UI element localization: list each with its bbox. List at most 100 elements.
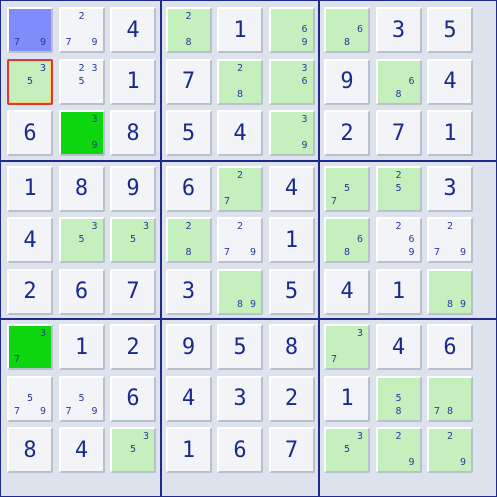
- cell-r1c3[interactable]: 4: [110, 7, 156, 53]
- cell-r6c9[interactable]: 89: [427, 268, 473, 315]
- cell-r2c4[interactable]: 7: [165, 58, 212, 105]
- cell-r6c3[interactable]: 7: [110, 268, 156, 315]
- cell-r9c2[interactable]: 4: [58, 427, 105, 473]
- cell-r6c4[interactable]: 3: [165, 268, 212, 315]
- cell-r7c6[interactable]: 8: [268, 324, 315, 370]
- cell-r5c9[interactable]: 2 7 9: [427, 217, 473, 263]
- cell-r3c7[interactable]: 2: [324, 110, 370, 156]
- cell-r8c8[interactable]: 58: [375, 375, 422, 422]
- cell-value: 2: [126, 334, 140, 360]
- cell-r2c2[interactable]: 235: [58, 58, 105, 105]
- cell-r6c5[interactable]: 89: [217, 268, 263, 315]
- cell-r8c6[interactable]: 2: [268, 375, 315, 422]
- cell-r8c9[interactable]: 78: [427, 375, 473, 422]
- cell-r9c8[interactable]: 29: [375, 427, 422, 473]
- cell-r7c9[interactable]: 6: [427, 324, 473, 370]
- cell-r2c9[interactable]: 4: [427, 58, 473, 105]
- candidate-note: 5: [343, 444, 351, 455]
- cell-r4c7[interactable]: 57: [324, 165, 370, 212]
- cell-r9c3[interactable]: 35: [110, 427, 156, 473]
- candidate-note: 3: [356, 328, 364, 339]
- cell-r1c5[interactable]: 1: [217, 7, 263, 53]
- cell-r5c7[interactable]: 68: [324, 217, 370, 263]
- cell-r7c3[interactable]: 2: [110, 324, 156, 370]
- cell-r8c7[interactable]: 1: [324, 375, 370, 422]
- cell-r8c5[interactable]: 3: [217, 375, 263, 422]
- cell-r7c8[interactable]: 4: [375, 324, 422, 370]
- cell-r2c6[interactable]: 36: [268, 58, 315, 105]
- cell-r4c8[interactable]: 25: [375, 165, 422, 212]
- cell-r1c1[interactable]: 79: [7, 7, 53, 53]
- cell-value: 9: [181, 334, 196, 360]
- candidate-note: 8: [236, 298, 244, 310]
- cell-r9c5[interactable]: 6: [217, 427, 263, 473]
- cell-r5c6[interactable]: 1: [268, 217, 315, 263]
- candidate-note: 5: [26, 75, 34, 87]
- cell-r1c2[interactable]: 2 7 9: [58, 7, 105, 53]
- cell-r8c1[interactable]: 57 9: [7, 375, 53, 422]
- cell-r6c1[interactable]: 2: [7, 268, 53, 315]
- cell-r5c1[interactable]: 4: [7, 217, 53, 263]
- cell-r3c9[interactable]: 1: [427, 110, 473, 156]
- cell-r7c2[interactable]: 1: [58, 324, 105, 370]
- cell-r2c1[interactable]: 35: [7, 58, 53, 105]
- cell-value: 1: [74, 334, 89, 360]
- cell-r5c3[interactable]: 35: [110, 217, 156, 263]
- cell-r4c6[interactable]: 4: [268, 165, 315, 212]
- cell-r9c6[interactable]: 7: [268, 427, 315, 473]
- cell-r2c3[interactable]: 1: [110, 58, 156, 105]
- cell-r7c1[interactable]: 37: [7, 324, 53, 370]
- cell-r9c9[interactable]: 29: [427, 427, 473, 473]
- cell-r3c4[interactable]: 5: [165, 110, 212, 156]
- cell-r3c5[interactable]: 4: [217, 110, 263, 156]
- cell-value: 9: [126, 176, 140, 201]
- cell-r5c5[interactable]: 2 7 9: [217, 217, 263, 263]
- cell-r5c4[interactable]: 28: [165, 217, 212, 263]
- cell-r3c2[interactable]: 39: [58, 110, 105, 156]
- cell-r6c7[interactable]: 4: [324, 268, 370, 315]
- cell-r1c4[interactable]: 28: [165, 7, 212, 53]
- candidate-note: 6: [408, 234, 415, 245]
- cell-r1c9[interactable]: 5: [427, 7, 473, 53]
- cell-r3c6[interactable]: 39: [268, 110, 315, 156]
- cell-r4c5[interactable]: 27: [217, 165, 263, 212]
- cell-r2c5[interactable]: 28: [217, 58, 263, 105]
- cell-r3c8[interactable]: 7: [375, 110, 422, 156]
- cell-r6c2[interactable]: 6: [58, 268, 105, 315]
- cell-value: 1: [443, 120, 457, 146]
- cell-value: 2: [340, 120, 354, 146]
- candidate-note: 6: [356, 234, 364, 245]
- cell-r6c6[interactable]: 5: [268, 268, 315, 315]
- cell-r9c1[interactable]: 8: [7, 427, 53, 473]
- cell-r7c5[interactable]: 5: [217, 324, 263, 370]
- cell-r1c8[interactable]: 3: [375, 7, 422, 53]
- cell-r4c2[interactable]: 8: [58, 165, 105, 212]
- cell-r3c3[interactable]: 8: [110, 110, 156, 156]
- cell-r4c9[interactable]: 3: [427, 165, 473, 212]
- cell-r6c8[interactable]: 1: [375, 268, 422, 315]
- cell-r5c2[interactable]: 35: [58, 217, 105, 263]
- cell-r3c1[interactable]: 6: [7, 110, 53, 156]
- candidate-note: 7: [65, 37, 72, 48]
- candidate-note: 9: [301, 37, 308, 48]
- cell-value: 4: [23, 227, 37, 253]
- cell-r8c3[interactable]: 6: [110, 375, 156, 422]
- cell-r1c7[interactable]: 68: [324, 7, 370, 53]
- cell-value: 8: [74, 176, 89, 201]
- cell-r7c7[interactable]: 37: [324, 324, 370, 370]
- cell-r9c7[interactable]: 35: [324, 427, 370, 473]
- cell-r8c2[interactable]: 57 9: [58, 375, 105, 422]
- cell-r1c6[interactable]: 69: [268, 7, 315, 53]
- candidate-note: 3: [301, 62, 308, 74]
- cell-r5c8[interactable]: 26 9: [375, 217, 422, 263]
- cell-r9c4[interactable]: 1: [165, 427, 212, 473]
- cell-r4c3[interactable]: 9: [110, 165, 156, 212]
- candidate-note: 2: [446, 221, 454, 232]
- cell-r4c1[interactable]: 1: [7, 165, 53, 212]
- cell-r4c4[interactable]: 6: [165, 165, 212, 212]
- cell-r2c7[interactable]: 9: [324, 58, 370, 105]
- candidate-note: 6: [301, 24, 308, 35]
- cell-r7c4[interactable]: 9: [165, 324, 212, 370]
- cell-r2c8[interactable]: 68: [375, 58, 422, 105]
- cell-r8c4[interactable]: 4: [165, 375, 212, 422]
